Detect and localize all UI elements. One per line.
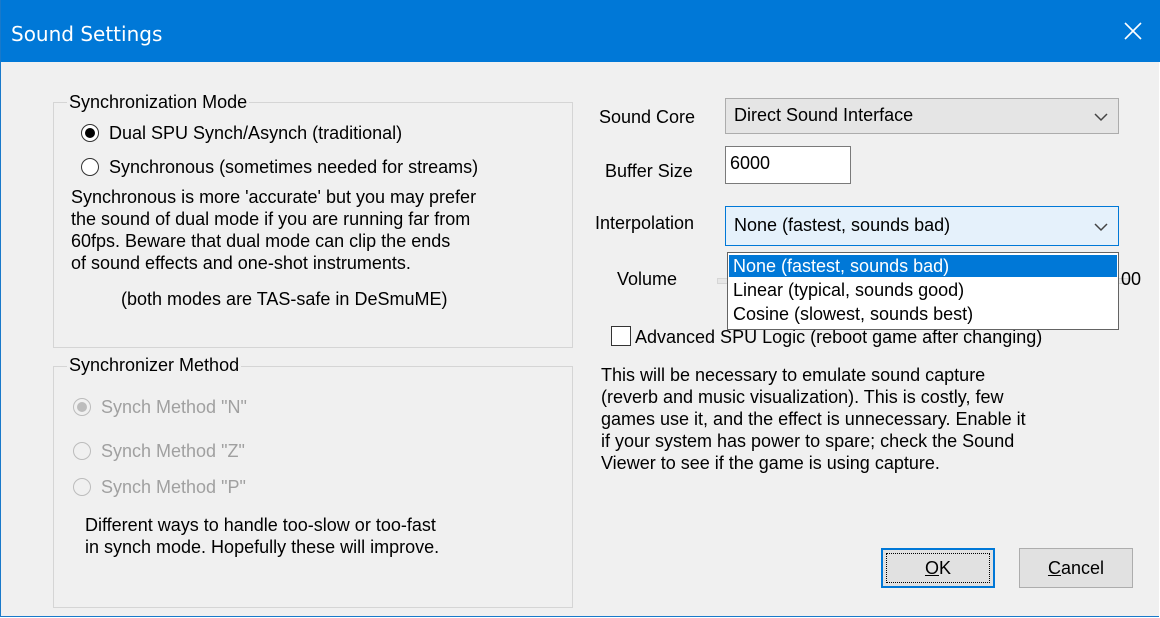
advanced-spu-description-line1: This will be necessary to emulate sound …: [601, 365, 986, 385]
title-bar[interactable]: Sound Settings: [1, 0, 1160, 62]
advanced-spu-description-line5: Viewer to see if the game is using captu…: [601, 453, 940, 473]
close-button[interactable]: [1105, 0, 1160, 62]
volume-label: Volume: [617, 269, 678, 289]
interpolation-select[interactable]: None (fastest, sounds bad): [725, 206, 1119, 246]
sync-mode-group-label: Synchronization Mode: [67, 91, 250, 113]
radio-synchronous[interactable]: [81, 158, 99, 176]
sync-mode-description-line4: of sound effects and one-shot instrument…: [71, 253, 411, 273]
window-title: Sound Settings: [11, 22, 163, 46]
sync-method-group-label: Synchronizer Method: [67, 354, 242, 376]
close-icon: [1124, 22, 1142, 40]
sound-settings-window: Sound Settings Synchronization Mode Dual…: [0, 0, 1160, 617]
focus-rect: [886, 553, 990, 583]
radio-dual-spu-label[interactable]: Dual SPU Synch/Asynch (traditional): [109, 122, 402, 144]
interpolation-option-none[interactable]: None (fastest, sounds bad): [729, 255, 1117, 277]
radio-synch-method-z-label[interactable]: Synch Method "Z": [101, 440, 245, 462]
sync-method-description-line1: Different ways to handle too-slow or too…: [85, 515, 436, 535]
chevron-down-icon: [1094, 223, 1108, 232]
interpolation-value: None (fastest, sounds bad): [734, 215, 951, 235]
radio-synch-method-n-label[interactable]: Synch Method "N": [101, 396, 247, 418]
radio-synch-method-z[interactable]: [73, 442, 91, 460]
advanced-spu-description-line2: (reverb and music visualization). This i…: [601, 387, 1004, 407]
radio-synch-method-p-label[interactable]: Synch Method "P": [101, 476, 246, 498]
radio-dual-spu[interactable]: [81, 124, 99, 142]
interpolation-dropdown-list: None (fastest, sounds bad) Linear (typic…: [727, 252, 1119, 330]
sound-core-label: Sound Core: [599, 107, 696, 127]
interpolation-option-cosine[interactable]: Cosine (slowest, sounds best): [729, 303, 1117, 325]
sync-mode-note: (both modes are TAS-safe in DeSmuME): [121, 289, 448, 309]
cancel-button[interactable]: Cancel: [1019, 548, 1133, 588]
chevron-down-icon: [1094, 113, 1108, 122]
buffer-size-label: Buffer Size: [605, 161, 693, 181]
sync-mode-description-line3: 60fps. Beware that dual mode can clip th…: [71, 231, 451, 251]
radio-synch-method-p[interactable]: [73, 478, 91, 496]
advanced-spu-checkbox[interactable]: [611, 326, 631, 346]
interpolation-option-linear[interactable]: Linear (typical, sounds good): [729, 279, 1117, 301]
sound-core-value: Direct Sound Interface: [734, 105, 914, 125]
buffer-size-value: 6000: [730, 153, 771, 173]
sync-mode-description-line2: the sound of dual mode if you are runnin…: [71, 209, 471, 229]
interpolation-label: Interpolation: [595, 213, 695, 233]
volume-value: 00: [1121, 269, 1142, 289]
advanced-spu-description-line3: games use it, and the effect is unnecess…: [601, 409, 1026, 429]
radio-synch-method-n[interactable]: [73, 398, 91, 416]
sound-core-select[interactable]: Direct Sound Interface: [725, 98, 1119, 134]
buffer-size-input[interactable]: 6000: [725, 146, 851, 184]
ok-button[interactable]: OK: [881, 548, 995, 588]
radio-synchronous-label[interactable]: Synchronous (sometimes needed for stream…: [109, 156, 478, 178]
sync-method-description-line2: in synch mode. Hopefully these will impr…: [85, 537, 440, 557]
advanced-spu-description-line4: if your system has power to spare; check…: [601, 431, 1015, 451]
sync-mode-description-line1: Synchronous is more 'accurate' but you m…: [71, 187, 477, 207]
cancel-button-label: Cancel: [1047, 557, 1105, 578]
dialog-client-area: Synchronization Mode Dual SPU Synch/Asyn…: [1, 62, 1159, 616]
